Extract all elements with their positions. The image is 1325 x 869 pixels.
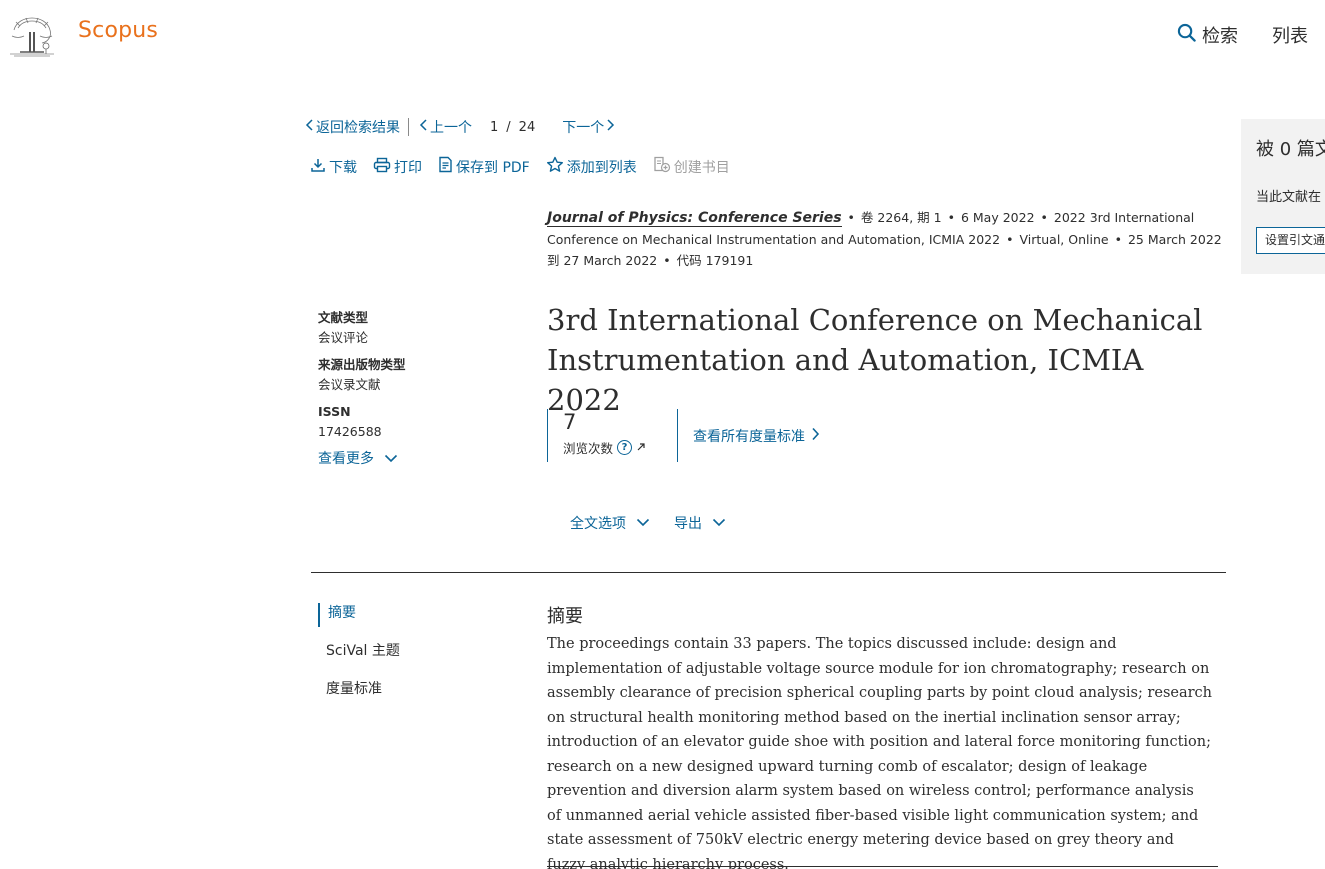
create-bibliography-button[interactable]: 创建书目: [653, 156, 730, 177]
star-icon: [546, 156, 564, 177]
section-nav-abstract[interactable]: 摘要: [318, 603, 400, 627]
add-to-list-label: 添加到列表: [566, 159, 637, 176]
bibliography-icon: [653, 156, 671, 177]
scopus-brand[interactable]: Scopus: [78, 18, 158, 43]
set-citation-alert-button[interactable]: 设置引文通: [1256, 227, 1325, 254]
full-text-options-button[interactable]: 全文选项: [570, 513, 650, 533]
document-title: 3rd International Conference on Mechanic…: [547, 303, 1203, 417]
journal-link[interactable]: Journal of Physics: Conference Series: [547, 210, 842, 227]
export-label: 导出: [674, 516, 702, 532]
abstract-divider: [547, 866, 1218, 867]
cited-by-title: 被 0 篇文: [1256, 139, 1325, 160]
create-bibliography-label: 创建书目: [673, 159, 730, 176]
views-label: 浏览次数: [563, 441, 614, 456]
nav-separator: [408, 118, 409, 136]
previous-result-label: 上一个: [430, 120, 472, 136]
conference-location: Virtual, Online: [1019, 232, 1109, 247]
document-type-value: 会议评论: [318, 330, 369, 345]
conference-code: 代码 179191: [676, 253, 754, 268]
cited-by-description: 当此文献在: [1256, 190, 1322, 205]
export-button[interactable]: 导出: [674, 513, 726, 533]
save-pdf-label: 保存到 PDF: [456, 159, 530, 176]
publication-date: 6 May 2022: [960, 210, 1035, 225]
result-total: 24: [518, 119, 536, 135]
print-icon: [373, 157, 391, 177]
cited-by-panel: 被 0 篇文 当此文献在 设置引文通: [1241, 119, 1325, 274]
show-more-button[interactable]: 查看更多: [318, 449, 518, 469]
document-type-label: 文献类型: [318, 310, 369, 325]
help-icon[interactable]: ?: [617, 440, 633, 455]
section-nav-metrics[interactable]: 度量标准: [318, 679, 400, 703]
back-to-results-link[interactable]: 返回检索结果: [305, 117, 400, 137]
views-label-row: 浏览次数 ?: [563, 438, 677, 457]
views-metric: 7 浏览次数 ?: [547, 409, 678, 462]
document-toolbar: 下载 打印 保存到 PDF 添加到列表 创建书目: [310, 156, 746, 177]
chevron-down-icon: [636, 515, 650, 531]
nav-search-link[interactable]: 检索: [1177, 22, 1238, 48]
chevron-right-icon: [811, 427, 820, 445]
abstract-text: The proceedings contain 33 papers. The t…: [547, 636, 1213, 869]
download-button[interactable]: 下载: [310, 157, 357, 177]
source-information: Journal of Physics: Conference Series • 卷 …: [547, 210, 1222, 268]
document-metadata: 文献类型 会议评论 来源出版物类型 会议录文献 ISSN 17426588 查看…: [318, 308, 518, 469]
result-position: 1/24: [490, 119, 536, 135]
view-all-metrics-label: 查看所有度量标准: [693, 429, 805, 445]
section-nav-scival[interactable]: SciVal 主题: [318, 641, 400, 665]
chevron-down-icon: [712, 515, 726, 531]
chevron-down-icon: [384, 449, 398, 469]
print-label: 打印: [394, 159, 422, 176]
print-button[interactable]: 打印: [373, 157, 422, 177]
full-text-options-label: 全文选项: [570, 516, 626, 532]
chevron-right-icon: [606, 119, 615, 135]
previous-result-link[interactable]: 上一个: [419, 117, 472, 137]
views-count: 7: [563, 410, 577, 434]
section-navigation: 摘要 SciVal 主题 度量标准: [318, 603, 400, 717]
download-icon: [310, 157, 326, 177]
nav-list-link[interactable]: 列表: [1272, 22, 1308, 48]
external-link-icon[interactable]: [636, 440, 646, 455]
section-divider: [311, 572, 1226, 573]
issn-label: ISSN: [318, 404, 351, 419]
add-to-list-button[interactable]: 添加到列表: [546, 156, 637, 177]
chevron-left-icon: [305, 119, 314, 135]
source-type-label: 来源出版物类型: [318, 357, 406, 372]
source-type-value: 会议录文献: [318, 377, 381, 392]
next-result-label: 下一个: [562, 120, 605, 136]
elsevier-tree-logo[interactable]: [6, 12, 58, 58]
chevron-left-icon: [419, 119, 428, 135]
result-current: 1: [490, 119, 499, 135]
save-pdf-button[interactable]: 保存到 PDF: [438, 156, 530, 177]
show-more-label: 查看更多: [318, 451, 374, 467]
search-icon: [1177, 23, 1196, 47]
view-all-metrics-link[interactable]: 查看所有度量标准: [693, 426, 820, 446]
abstract-heading: 摘要: [547, 606, 583, 627]
download-label: 下载: [329, 159, 357, 176]
result-navigation: 返回检索结果 上一个 1/24 下一个: [305, 117, 615, 137]
volume-issue: 卷 2264, 期 1: [860, 210, 942, 225]
nav-search-label: 检索: [1202, 26, 1238, 47]
next-result-link[interactable]: 下一个: [562, 117, 615, 137]
issn-value: 17426588: [318, 424, 382, 439]
back-to-results-label: 返回检索结果: [316, 120, 400, 136]
pdf-icon: [438, 156, 453, 177]
